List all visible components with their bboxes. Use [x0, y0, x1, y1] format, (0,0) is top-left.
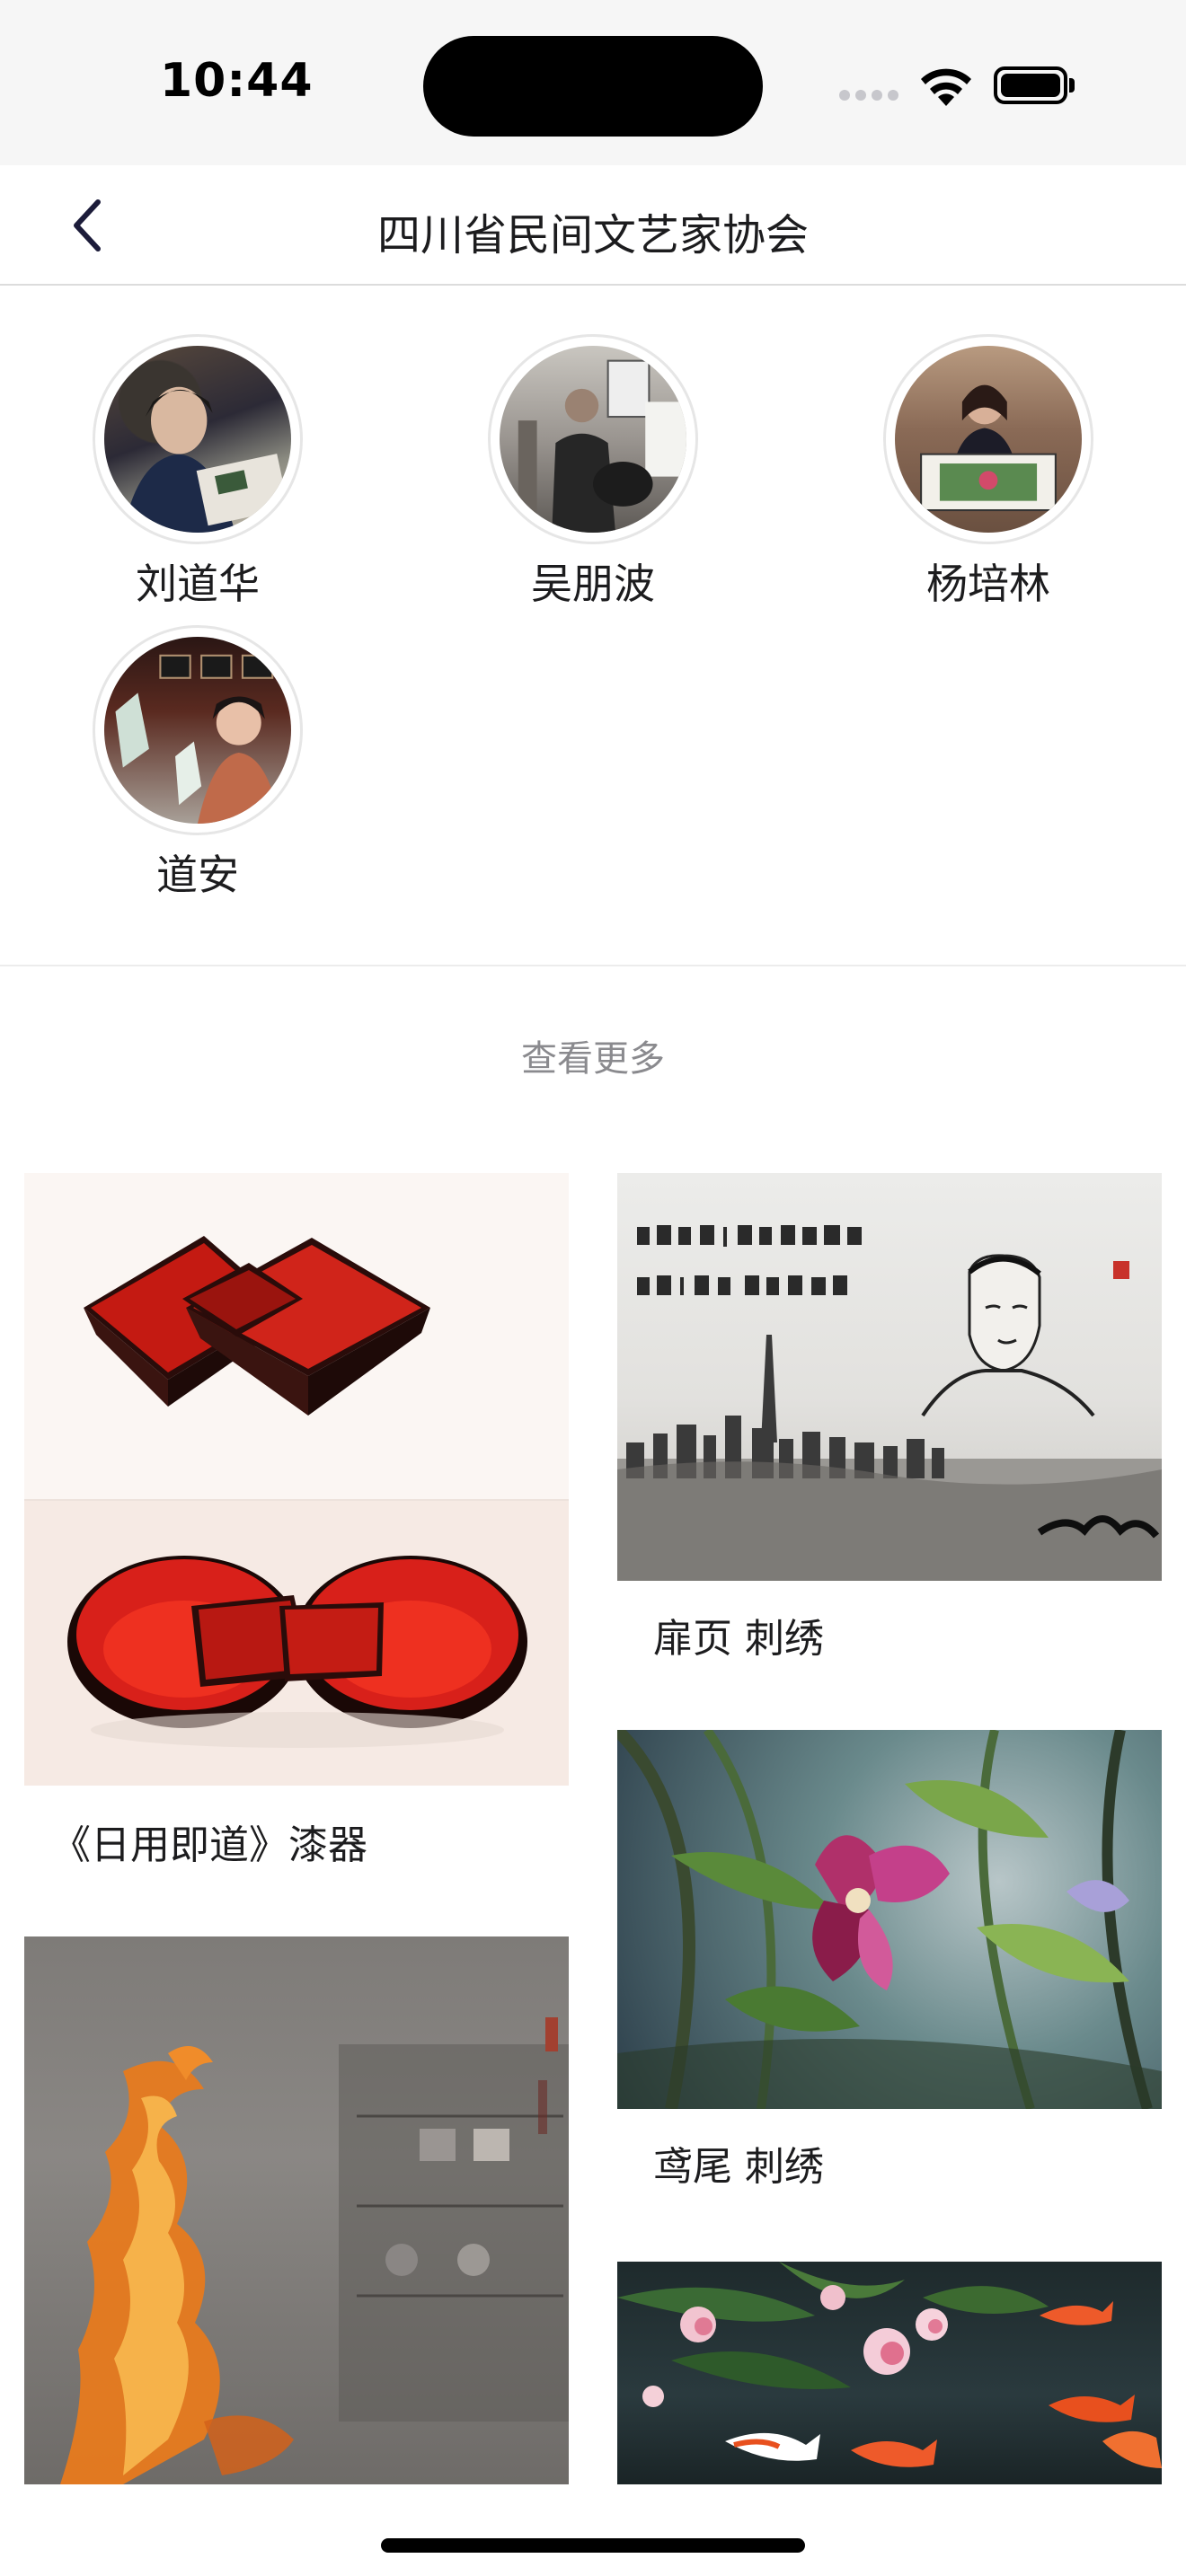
member-item[interactable]: 吴朋波	[458, 334, 728, 611]
member-item[interactable]: 杨培林	[854, 334, 1123, 611]
home-indicator	[381, 2538, 805, 2553]
members-grid: 刘道华 吴朋波 杨培林 道安	[0, 287, 1186, 966]
work-card[interactable]: 扉页 刺绣	[617, 1173, 1162, 1676]
navigation-bar: 四川省民间文艺家协会	[0, 165, 1186, 286]
dynamic-island	[423, 36, 763, 137]
page-title: 四川省民间文艺家协会	[376, 210, 809, 260]
phoenix-artwork-photo	[24, 1936, 569, 2484]
lacquerware-photo	[24, 1173, 569, 1786]
member-name: 道安	[156, 851, 239, 899]
work-title: 鸢尾 刺绣	[653, 2144, 824, 2190]
work-title: 扉页 刺绣	[653, 1616, 824, 1662]
work-card[interactable]: 《日用即道》漆器	[24, 1173, 569, 1874]
member-item[interactable]: 刘道华	[63, 334, 332, 611]
portrait-embroidery-photo	[617, 1173, 1162, 1581]
member-item[interactable]: 道安	[63, 625, 332, 902]
status-time: 10:44	[160, 54, 314, 108]
avatar	[93, 334, 303, 544]
work-card[interactable]	[617, 2262, 1162, 2484]
work-title: 《日用即道》漆器	[51, 1822, 367, 1868]
koi-embroidery-photo	[617, 2262, 1162, 2484]
avatar	[883, 334, 1093, 544]
work-card[interactable]: 鸢尾 刺绣	[617, 1730, 1162, 2193]
status-bar: 10:44	[0, 0, 1186, 165]
member-name: 杨培林	[926, 560, 1050, 608]
avatar	[488, 334, 698, 544]
work-card[interactable]	[24, 1936, 569, 2484]
battery-icon	[994, 66, 1075, 104]
member-name: 吴朋波	[531, 560, 655, 608]
iris-embroidery-photo	[617, 1730, 1162, 2109]
member-name: 刘道华	[136, 560, 260, 608]
cellular-signal-icon	[839, 90, 900, 102]
avatar	[93, 625, 303, 835]
wifi-icon	[921, 68, 971, 106]
see-more-link[interactable]: 查看更多	[0, 1029, 1186, 1081]
